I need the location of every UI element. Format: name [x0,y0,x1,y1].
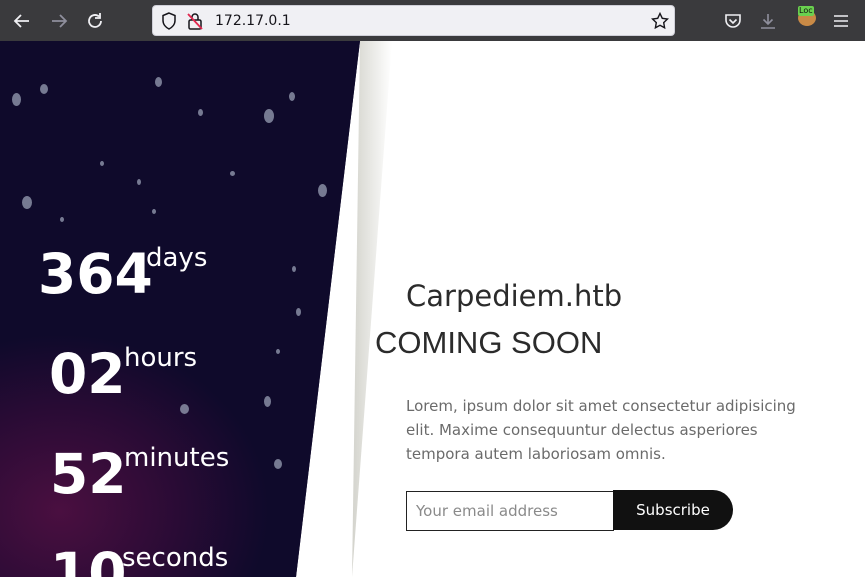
snow-particle [274,459,282,469]
reload-button[interactable] [82,8,108,34]
reload-icon [88,13,102,28]
panel-edge-shadow [352,41,392,577]
forward-arrow-icon [52,14,68,28]
snow-particle [12,93,21,106]
minutes-label: minutes [124,443,230,473]
hours-value: 02 [49,342,126,406]
snow-particle [230,171,235,176]
snow-particle [40,84,48,94]
snow-particle [296,308,301,316]
extension-badge-label: Loc [798,6,814,16]
shield-icon[interactable] [161,12,177,35]
snow-particle [100,161,104,166]
url-text: 172.17.0.1 [215,13,291,29]
snow-particle [292,266,296,272]
address-bar[interactable]: 172.17.0.1 [152,5,675,36]
snow-particle [137,179,141,185]
snow-particle [289,92,295,101]
snow-particle [60,217,64,222]
snow-particle [180,404,189,414]
snow-particle [155,77,162,87]
seconds-label: seconds [122,543,229,573]
snow-particle [152,209,156,214]
back-button[interactable] [9,8,35,34]
snow-particle [264,396,271,407]
minutes-value: 52 [50,442,127,506]
description-text: Lorem, ipsum dolor sit amet consectetur … [406,397,796,463]
coming-soon-heading: COMING SOON [375,325,603,360]
days-label: days [146,243,208,273]
extension-button[interactable]: Loc [798,6,818,26]
snow-particle [318,184,327,197]
seconds-value: 10 [50,541,127,577]
back-arrow-icon [13,14,29,28]
download-icon [761,14,775,29]
pocket-icon [725,14,741,28]
insecure-lock-icon[interactable] [187,12,203,35]
countdown-panel: 364 days 02 hours 52 minutes 10 seconds [0,41,360,577]
site-title: Carpediem.htb [406,279,623,313]
browser-toolbar: 172.17.0.1 Loc [0,0,865,41]
bookmark-star-icon[interactable] [650,11,670,35]
subscribe-button[interactable]: Subscribe [613,490,733,530]
forward-button[interactable] [46,8,72,34]
hamburger-menu-icon [834,15,848,27]
menu-button[interactable] [828,8,854,34]
snow-particle [198,109,203,116]
pocket-button[interactable] [720,8,746,34]
email-input[interactable] [406,491,614,531]
hours-label: hours [124,343,198,373]
snow-particle [276,349,280,354]
snow-particle [22,196,32,209]
snow-particle [264,109,274,123]
downloads-button[interactable] [755,8,781,34]
days-value: 364 [38,242,153,306]
page-content: 364 days 02 hours 52 minutes 10 seconds … [0,41,865,577]
